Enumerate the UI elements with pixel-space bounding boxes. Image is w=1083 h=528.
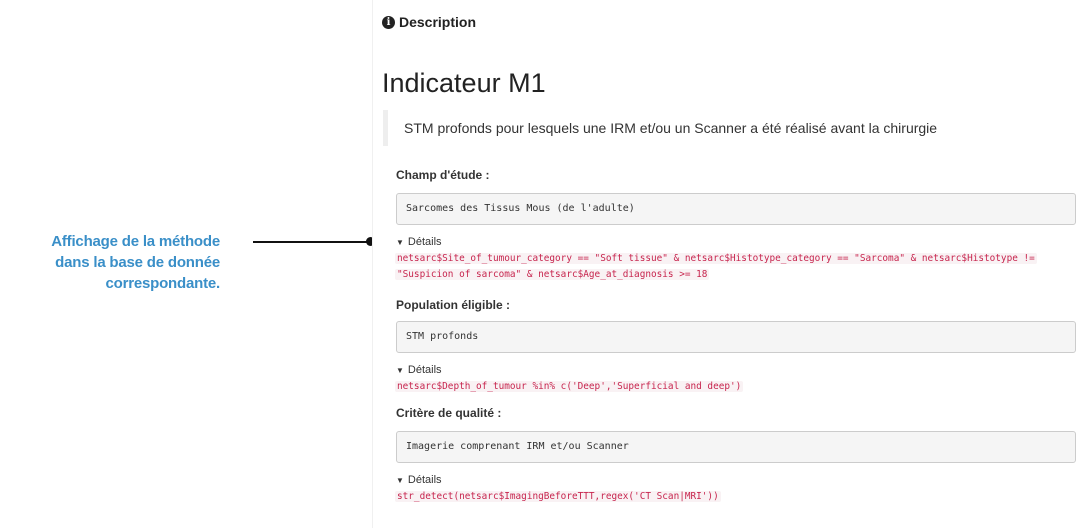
details-code-population: netsarc$Depth_of_tumour %in% c('Deep','S…	[395, 379, 1077, 395]
description-panel: i Description Indicateur M1 STM profonds…	[372, 0, 1083, 528]
page: Affichage de la méthode dans la base de …	[0, 0, 1083, 528]
details-label: Détails	[407, 236, 442, 248]
indicator-title: Indicateur M1	[382, 68, 546, 98]
code-text: str_detect(netsarc$ImagingBeforeTTT,rege…	[395, 491, 721, 502]
details-label: Détails	[407, 474, 442, 486]
info-icon: i	[382, 15, 395, 29]
triangle-down-icon: ▼	[396, 365, 404, 375]
code-text: netsarc$Site_of_tumour_category == "Soft…	[395, 253, 1037, 280]
annotation-line: correspondante.	[105, 275, 220, 292]
description-header: i Description	[382, 12, 476, 32]
callout-connector-line	[253, 241, 371, 243]
section-value-critere: Imagerie comprenant IRM et/ou Scanner	[396, 431, 1076, 463]
details-toggle-critere[interactable]: ▼ Détails	[396, 474, 442, 486]
annotation-line: Affichage de la méthode	[51, 233, 220, 250]
annotation-line: dans la base de donnée	[55, 254, 220, 271]
section-label-champ: Champ d'étude :	[396, 168, 490, 182]
section-label-critere: Critère de qualité :	[396, 406, 502, 420]
details-toggle-champ[interactable]: ▼ Détails	[396, 236, 442, 248]
details-toggle-population[interactable]: ▼ Détails	[396, 364, 442, 376]
description-label: Description	[399, 14, 477, 30]
details-code-champ: netsarc$Site_of_tumour_category == "Soft…	[395, 251, 1077, 283]
section-value-population: STM profonds	[396, 321, 1076, 353]
section-label-population: Population éligible :	[396, 298, 510, 312]
section-value-champ: Sarcomes des Tissus Mous (de l'adulte)	[396, 193, 1076, 225]
indicator-blockquote: STM profonds pour lesquels une IRM et/ou…	[383, 110, 1073, 146]
details-code-critere: str_detect(netsarc$ImagingBeforeTTT,rege…	[395, 489, 1077, 505]
triangle-down-icon: ▼	[396, 475, 404, 485]
details-label: Détails	[407, 364, 442, 376]
triangle-down-icon: ▼	[396, 237, 404, 247]
annotation-callout: Affichage de la méthode dans la base de …	[40, 231, 220, 294]
code-text: netsarc$Depth_of_tumour %in% c('Deep','S…	[395, 381, 744, 392]
